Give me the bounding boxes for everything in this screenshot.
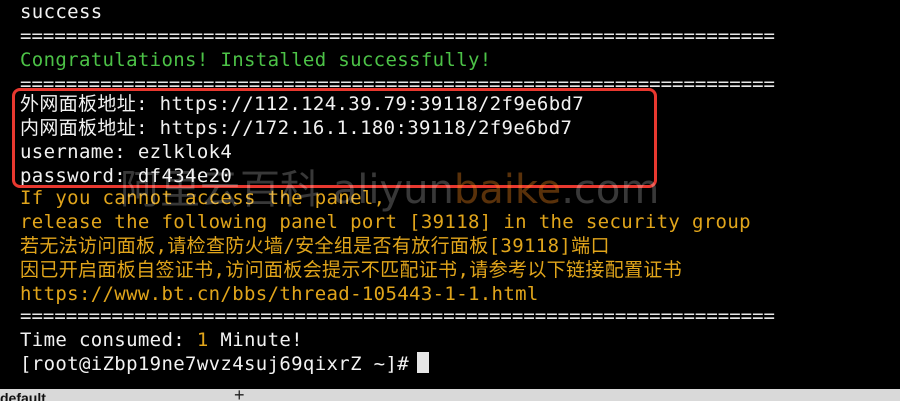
terminal-tab-bar: default + — [0, 389, 900, 401]
separator-line: ========================================… — [20, 305, 775, 327]
warning-line: If you cannot access the panel, — [20, 187, 386, 209]
warning-line: release the following panel port [39118]… — [20, 211, 751, 233]
help-link: https://www.bt.cn/bbs/thread-105443-1-1.… — [20, 283, 539, 305]
separator-line: ========================================… — [20, 25, 775, 47]
time-consumed-line: Time consumed: 1 Minute! — [20, 328, 303, 352]
shell-prompt: [root@iZbp19ne7wvz4suj69qixrZ ~]# — [20, 353, 410, 375]
time-unit: Minute! — [208, 329, 303, 351]
add-tab-icon[interactable]: + — [234, 389, 245, 401]
congrats-message: Congratulations! Installed successfully! — [20, 49, 492, 71]
warning-line-cn: 因已开启面板自签证书,访问面板会提示不匹配证书,请参考以下链接配置证书 — [20, 259, 683, 281]
output-success: success — [20, 1, 103, 23]
time-label: Time consumed: — [20, 329, 197, 351]
tab-default[interactable]: default — [0, 389, 46, 401]
credentials-highlight-box — [12, 88, 657, 188]
terminal-window[interactable]: success ================================… — [0, 0, 900, 401]
time-value: 1 — [196, 329, 209, 351]
shell-prompt-line[interactable]: [root@iZbp19ne7wvz4suj69qixrZ ~]# — [20, 352, 430, 376]
text-cursor — [417, 352, 430, 373]
warning-line-cn: 若无法访问面板,请检查防火墙/安全组是否有放行面板[39118]端口 — [20, 235, 610, 257]
